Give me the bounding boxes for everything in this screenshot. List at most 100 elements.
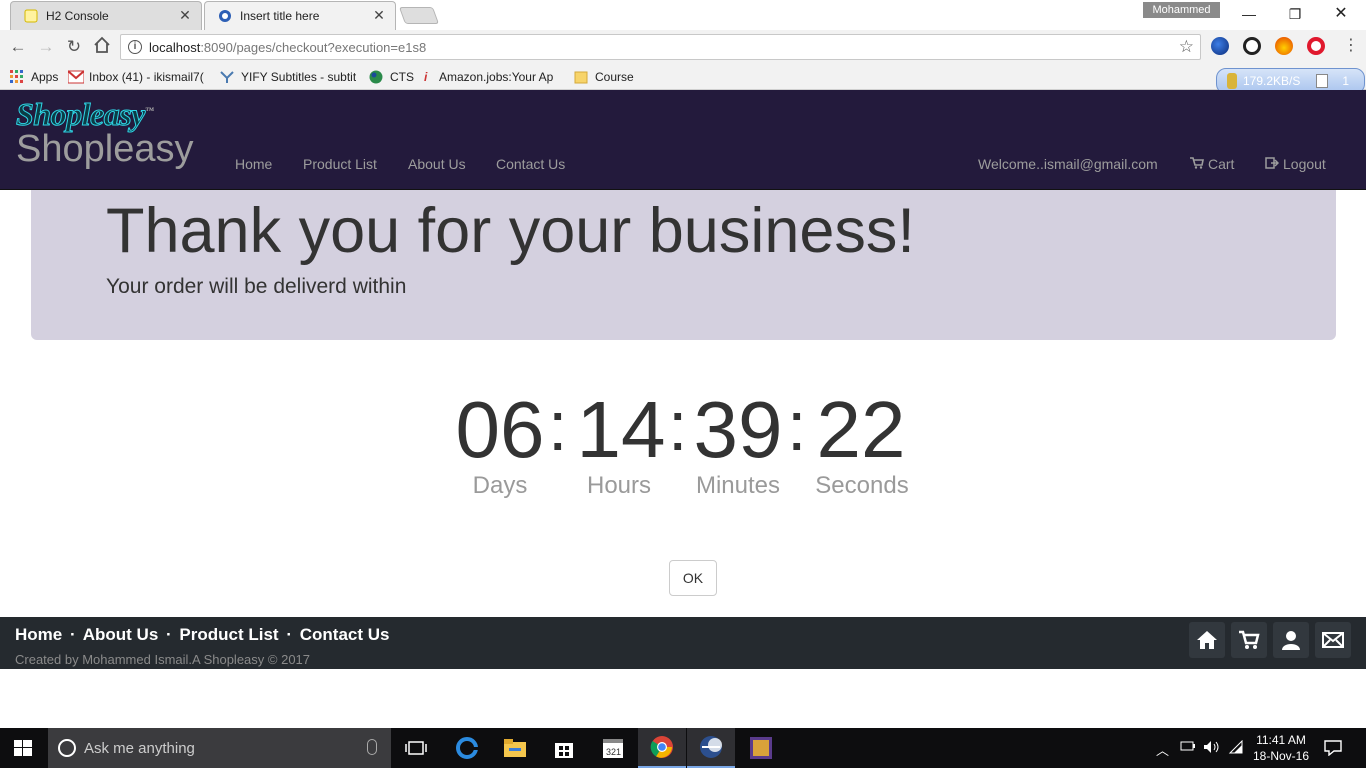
bookmark-label: YIFY Subtitles - subtitl bbox=[241, 70, 356, 84]
svg-text:321: 321 bbox=[606, 747, 621, 757]
bookmark-amazon-jobs[interactable]: i Amazon.jobs:Your Ap bbox=[424, 67, 560, 87]
footer-product-list-link[interactable]: Product List bbox=[179, 625, 278, 644]
document-icon bbox=[1316, 74, 1329, 88]
home-icon[interactable] bbox=[90, 36, 114, 58]
action-center-icon[interactable] bbox=[1324, 740, 1342, 759]
bookmark-cts[interactable]: CTS bbox=[369, 67, 414, 87]
minimize-icon[interactable]: — bbox=[1226, 3, 1272, 25]
windows-start-icon[interactable] bbox=[14, 740, 32, 756]
countdown-separator: : bbox=[668, 387, 688, 465]
welcome-user-link[interactable]: Welcome..ismail@gmail.com bbox=[978, 156, 1158, 172]
speed-gauge-icon bbox=[1227, 73, 1237, 89]
copyright-text: Created by Mohammed Ismail.A Shopleasy ©… bbox=[15, 652, 311, 667]
footer-home-icon[interactable] bbox=[1189, 622, 1225, 658]
nav-about-link[interactable]: About Us bbox=[408, 156, 466, 172]
footer-home-link[interactable]: Home bbox=[15, 625, 62, 644]
eclipse-ide-icon[interactable] bbox=[687, 728, 735, 768]
close-tab-icon[interactable]: ✕ bbox=[176, 7, 194, 24]
nav-logout-link[interactable]: Logout bbox=[1265, 156, 1326, 172]
countdown-separator: : bbox=[787, 387, 807, 465]
battery-icon[interactable] bbox=[1180, 740, 1196, 755]
nav-cart-link[interactable]: Cart bbox=[1190, 156, 1234, 172]
menu-icon[interactable]: ⋮ bbox=[1343, 37, 1359, 57]
edge-browser-icon[interactable] bbox=[443, 728, 491, 768]
footer-mail-icon[interactable] bbox=[1315, 622, 1351, 658]
days-label: Days bbox=[472, 472, 528, 499]
profile-button[interactable]: Mohammed bbox=[1143, 2, 1220, 18]
nav-contact-link[interactable]: Contact Us bbox=[496, 156, 565, 172]
browser-tab-strip: H2 Console ✕ Insert title here ✕ Mohamme… bbox=[0, 0, 1366, 30]
site-navbar: Shopleasy™ Shopleasy Home Product List A… bbox=[0, 90, 1366, 190]
chrome-icon[interactable] bbox=[638, 728, 686, 768]
close-window-icon[interactable]: ✕ bbox=[1318, 3, 1364, 25]
bookmark-label: Apps bbox=[31, 70, 59, 84]
tab-h2-console[interactable]: H2 Console ✕ bbox=[10, 1, 202, 30]
game-app-icon[interactable] bbox=[737, 728, 785, 768]
footer-separator: · bbox=[286, 625, 292, 644]
nav-product-list-link[interactable]: Product List bbox=[303, 156, 377, 172]
extension-icon[interactable] bbox=[1211, 37, 1229, 55]
reload-icon[interactable]: ↻ bbox=[62, 36, 86, 58]
thank-you-jumbotron: Thank you for your business! Your order … bbox=[31, 190, 1336, 340]
video-editor-icon[interactable]: 321 bbox=[589, 728, 637, 768]
tab-title: Insert title here bbox=[240, 8, 320, 23]
bookmarks-bar: Apps Inbox (41) - ikismail7( YIFY Subtit… bbox=[0, 64, 1366, 90]
info-icon[interactable]: i bbox=[128, 40, 142, 54]
bookmark-inbox[interactable]: Inbox (41) - ikismail7( bbox=[68, 67, 208, 87]
yify-icon bbox=[220, 70, 236, 84]
nav-home-link[interactable]: Home bbox=[235, 156, 272, 172]
show-hidden-icons[interactable]: ︿ bbox=[1156, 740, 1169, 759]
bookmark-star-icon[interactable]: ☆ bbox=[1179, 37, 1194, 57]
footer-user-icon[interactable] bbox=[1273, 622, 1309, 658]
task-view-icon[interactable] bbox=[392, 728, 440, 768]
h2-console-favicon-icon bbox=[24, 9, 38, 23]
footer-links: Home · About Us · Product List · Contact… bbox=[15, 625, 389, 645]
delivery-message: Your order will be deliverd within bbox=[106, 275, 407, 298]
sync-extension-icon[interactable] bbox=[1243, 37, 1261, 55]
wifi-icon[interactable] bbox=[1228, 739, 1244, 757]
tab-title: H2 Console bbox=[46, 8, 109, 23]
close-tab-icon[interactable]: ✕ bbox=[370, 7, 388, 24]
cart-label: Cart bbox=[1208, 156, 1235, 172]
new-tab-button[interactable] bbox=[398, 7, 440, 24]
footer-separator: · bbox=[69, 625, 76, 644]
hours-label: Hours bbox=[586, 472, 652, 499]
gmail-icon bbox=[68, 70, 85, 84]
countdown-seconds: 22 bbox=[816, 385, 906, 474]
bookmark-course[interactable]: Course bbox=[574, 67, 634, 87]
search-placeholder: Ask me anything bbox=[84, 740, 195, 757]
bookmark-label: Course bbox=[595, 70, 634, 84]
logout-icon bbox=[1265, 156, 1280, 172]
footer-cart-icon[interactable] bbox=[1231, 622, 1267, 658]
store-icon[interactable] bbox=[540, 728, 588, 768]
forward-arrow-icon[interactable]: → bbox=[34, 36, 58, 58]
bookmark-apps[interactable]: Apps bbox=[10, 67, 58, 87]
clock-time: 11:41 AM bbox=[1256, 733, 1306, 747]
microphone-icon[interactable] bbox=[367, 739, 377, 755]
footer-contact-link[interactable]: Contact Us bbox=[300, 625, 390, 644]
fire-extension-icon[interactable] bbox=[1275, 37, 1293, 55]
countdown-days: 06 bbox=[455, 385, 545, 474]
folder-icon bbox=[574, 70, 590, 84]
address-bar[interactable]: i localhost:8090/pages/checkout?executio… bbox=[120, 34, 1201, 60]
system-clock[interactable]: 11:41 AM 18-Nov-16 bbox=[1246, 732, 1316, 764]
bookmark-yify[interactable]: YIFY Subtitles - subtitl bbox=[220, 67, 356, 87]
cart-icon bbox=[1190, 156, 1204, 172]
cortana-search-box[interactable]: Ask me anything bbox=[48, 728, 391, 768]
ok-button[interactable]: OK bbox=[669, 560, 717, 596]
apps-grid-icon bbox=[10, 70, 26, 84]
brand-name[interactable]: Shopleasy bbox=[16, 128, 193, 171]
footer-separator: · bbox=[166, 625, 172, 644]
back-arrow-icon[interactable]: ← bbox=[6, 36, 30, 58]
bookmark-label: CTS bbox=[390, 70, 414, 84]
restore-icon[interactable]: ❐ bbox=[1272, 3, 1318, 25]
url-text: localhost:8090/pages/checkout?execution=… bbox=[149, 40, 427, 55]
clock-date: 18-Nov-16 bbox=[1252, 749, 1310, 763]
file-explorer-icon[interactable] bbox=[491, 728, 539, 768]
volume-icon[interactable] bbox=[1203, 740, 1221, 757]
site-footer: Home · About Us · Product List · Contact… bbox=[0, 617, 1366, 669]
tab-insert-title[interactable]: Insert title here ✕ bbox=[204, 1, 396, 30]
cortana-icon bbox=[58, 739, 76, 757]
opera-extension-icon[interactable] bbox=[1307, 37, 1325, 55]
footer-about-link[interactable]: About Us bbox=[83, 625, 159, 644]
